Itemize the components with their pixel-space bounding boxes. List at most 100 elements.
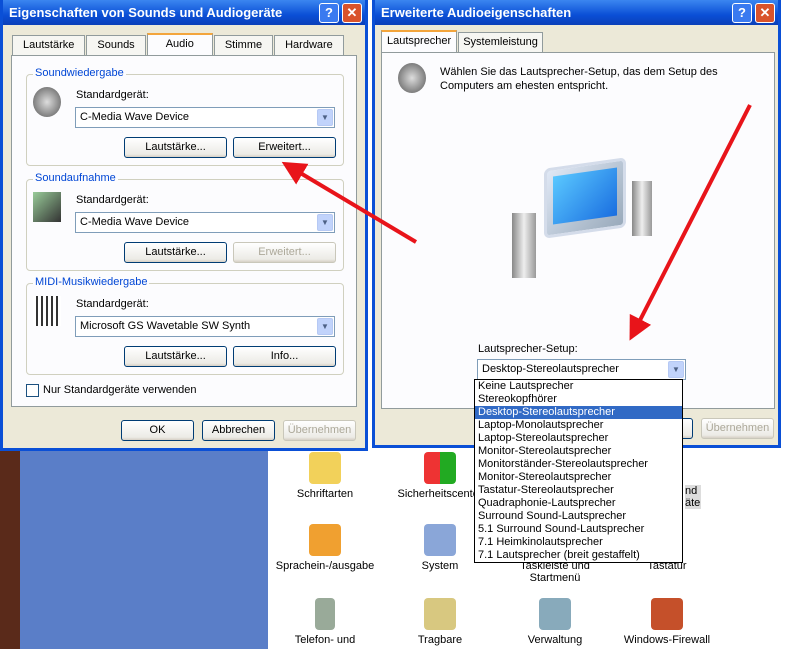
selected-value: Desktop-Stereolautsprecher — [482, 363, 619, 375]
left-speaker-illustration — [512, 213, 536, 278]
dropdown-option[interactable]: Surround Sound-Lautsprecher — [475, 510, 682, 523]
cp-item-admin[interactable]: Verwaltung — [500, 598, 610, 646]
tab-performance[interactable]: Systemleistung — [458, 32, 543, 52]
volume-button[interactable]: Lautstärke... — [124, 346, 227, 367]
checkbox-label: Nur Standardgeräte verwenden — [43, 384, 197, 396]
help-button[interactable]: ? — [319, 3, 339, 23]
recording-device-select[interactable]: C-Media Wave Device ▼ — [75, 212, 335, 233]
cp-item-fonts[interactable]: Schriftarten — [270, 452, 380, 500]
dropdown-option[interactable]: Desktop-Stereolautsprecher — [475, 406, 682, 419]
monitor-illustration — [544, 157, 626, 239]
dropdown-option[interactable]: Stereokopfhörer — [475, 393, 682, 406]
selected-value: Microsoft GS Wavetable SW Synth — [80, 320, 251, 332]
tab-bar: Lautsprecher Systemleistung — [381, 30, 544, 53]
dropdown-option[interactable]: 7.1 Heimkinolautsprecher — [475, 536, 682, 549]
dropdown-option[interactable]: 5.1 Surround Sound-Lautsprecher — [475, 523, 682, 536]
speakers-panel: Wählen Sie das Lautsprecher-Setup, das d… — [381, 52, 775, 409]
selected-value: C-Media Wave Device — [80, 111, 190, 123]
fonts-folder-icon — [309, 452, 341, 484]
cp-label: Schriftarten — [296, 488, 354, 500]
midi-group: MIDI-Musikwiedergabe Standardgerät: Micr… — [26, 276, 344, 375]
cancel-button[interactable]: Abbrechen — [202, 420, 275, 441]
cp-item-sounds[interactable]: nd äte — [685, 485, 701, 509]
group-legend: Soundaufnahme — [33, 172, 118, 184]
volume-button[interactable]: Lautstärke... — [124, 137, 227, 158]
apply-button: Übernehmen — [701, 418, 774, 439]
group-legend: Soundwiedergabe — [33, 67, 126, 79]
dialog-title: Erweiterte Audioeigenschaften — [381, 5, 572, 20]
dialog-title: Eigenschaften von Sounds und Audiogeräte — [9, 5, 283, 20]
cp-label: äte — [685, 497, 701, 509]
tab-hardware[interactable]: Hardware — [274, 35, 344, 55]
chevron-down-icon: ▼ — [317, 214, 333, 231]
task-pane — [20, 440, 268, 649]
cp-label: Sprachein-/ausgabe — [275, 560, 375, 572]
speaker-icon — [33, 87, 61, 117]
default-device-label: Standardgerät: — [76, 89, 149, 101]
ok-button[interactable]: OK — [121, 420, 194, 441]
system-icon — [424, 524, 456, 556]
cp-label: Taskleiste und Startmenü — [520, 560, 590, 584]
tab-speakers[interactable]: Lautsprecher — [381, 30, 458, 53]
description-text: Wählen Sie das Lautsprecher-Setup, das d… — [440, 66, 718, 92]
midi-device-select[interactable]: Microsoft GS Wavetable SW Synth ▼ — [75, 316, 335, 337]
sound-properties-dialog: Eigenschaften von Sounds und Audiogeräte… — [0, 0, 368, 451]
cp-item-phone[interactable]: Telefon- und — [270, 598, 380, 646]
volume-button[interactable]: Lautstärke... — [124, 242, 227, 263]
dropdown-option[interactable]: Tastatur-Stereolautsprecher — [475, 484, 682, 497]
dropdown-option[interactable]: Quadraphonie-Lautsprecher — [475, 497, 682, 510]
only-default-checkbox[interactable] — [26, 384, 39, 397]
tab-audio[interactable]: Audio — [146, 33, 213, 56]
info-button[interactable]: Info... — [233, 346, 336, 367]
language-icon — [309, 524, 341, 556]
cp-label: Windows-Firewall — [623, 634, 711, 646]
cp-label: Telefon- und — [294, 634, 356, 646]
dropdown-option[interactable]: Monitorständer-Stereolautsprecher — [475, 458, 682, 471]
midi-keyboard-icon — [33, 296, 61, 326]
tab-voice[interactable]: Stimme — [213, 35, 274, 55]
chevron-down-icon: ▼ — [668, 361, 684, 378]
selected-value: C-Media Wave Device — [80, 216, 190, 228]
dropdown-option[interactable]: 7.1 Lautsprecher (breit gestaffelt) — [475, 549, 682, 562]
cp-label: Verwaltung — [527, 634, 583, 646]
desktop-strip — [0, 440, 20, 649]
cp-item-language[interactable]: Sprachein-/ausgabe — [270, 524, 380, 572]
cp-item-firewall[interactable]: Windows-Firewall — [612, 598, 722, 646]
dropdown-option[interactable]: Monitor-Stereolautsprecher — [475, 471, 682, 484]
speaker-setup-dropdown-list[interactable]: Keine Lautsprecher Stereokopfhörer Desktop… — [474, 379, 683, 563]
default-device-label: Standardgerät: — [76, 298, 149, 310]
cp-label: Sicherheitscenter — [397, 488, 483, 500]
tab-sounds[interactable]: Sounds — [86, 35, 146, 55]
dropdown-option[interactable]: Keine Lautsprecher — [475, 380, 682, 393]
dropdown-option[interactable]: Monitor-Stereolautsprecher — [475, 445, 682, 458]
close-button[interactable]: ✕ — [755, 3, 775, 23]
microphone-icon — [33, 192, 61, 222]
tab-bar: Lautstärke Sounds Audio Stimme Hardware — [12, 33, 345, 56]
phone-icon — [315, 598, 335, 630]
shield-icon — [424, 452, 456, 484]
cp-label: System — [421, 560, 459, 572]
speaker-setup-select[interactable]: Desktop-Stereolautsprecher ▼ — [477, 359, 686, 380]
title-bar[interactable]: Erweiterte Audioeigenschaften ? ✕ — [375, 0, 778, 25]
cp-label: nd — [685, 485, 698, 497]
right-speaker-illustration — [632, 181, 652, 236]
tab-volume[interactable]: Lautstärke — [12, 35, 86, 55]
chevron-down-icon: ▼ — [317, 109, 333, 126]
default-device-label: Standardgerät: — [76, 194, 149, 206]
playback-device-select[interactable]: C-Media Wave Device ▼ — [75, 107, 335, 128]
title-bar[interactable]: Eigenschaften von Sounds und Audiogeräte… — [3, 0, 365, 25]
cp-label: Tragbare — [417, 634, 463, 646]
recording-group: Soundaufnahme Standardgerät: C-Media Wav… — [26, 172, 344, 271]
audio-panel: Soundwiedergabe Standardgerät: C-Media W… — [11, 55, 357, 407]
dropdown-option[interactable]: Laptop-Stereolautsprecher — [475, 432, 682, 445]
admin-tools-icon — [539, 598, 571, 630]
chevron-down-icon: ▼ — [317, 318, 333, 335]
help-button[interactable]: ? — [732, 3, 752, 23]
close-button[interactable]: ✕ — [342, 3, 362, 23]
speaker-icon — [398, 63, 426, 93]
advanced-button[interactable]: Erweitert... — [233, 137, 336, 158]
group-legend: MIDI-Musikwiedergabe — [33, 276, 150, 288]
cp-item-portable[interactable]: Tragbare — [385, 598, 495, 646]
firewall-icon — [651, 598, 683, 630]
dropdown-option[interactable]: Laptop-Monolautsprecher — [475, 419, 682, 432]
